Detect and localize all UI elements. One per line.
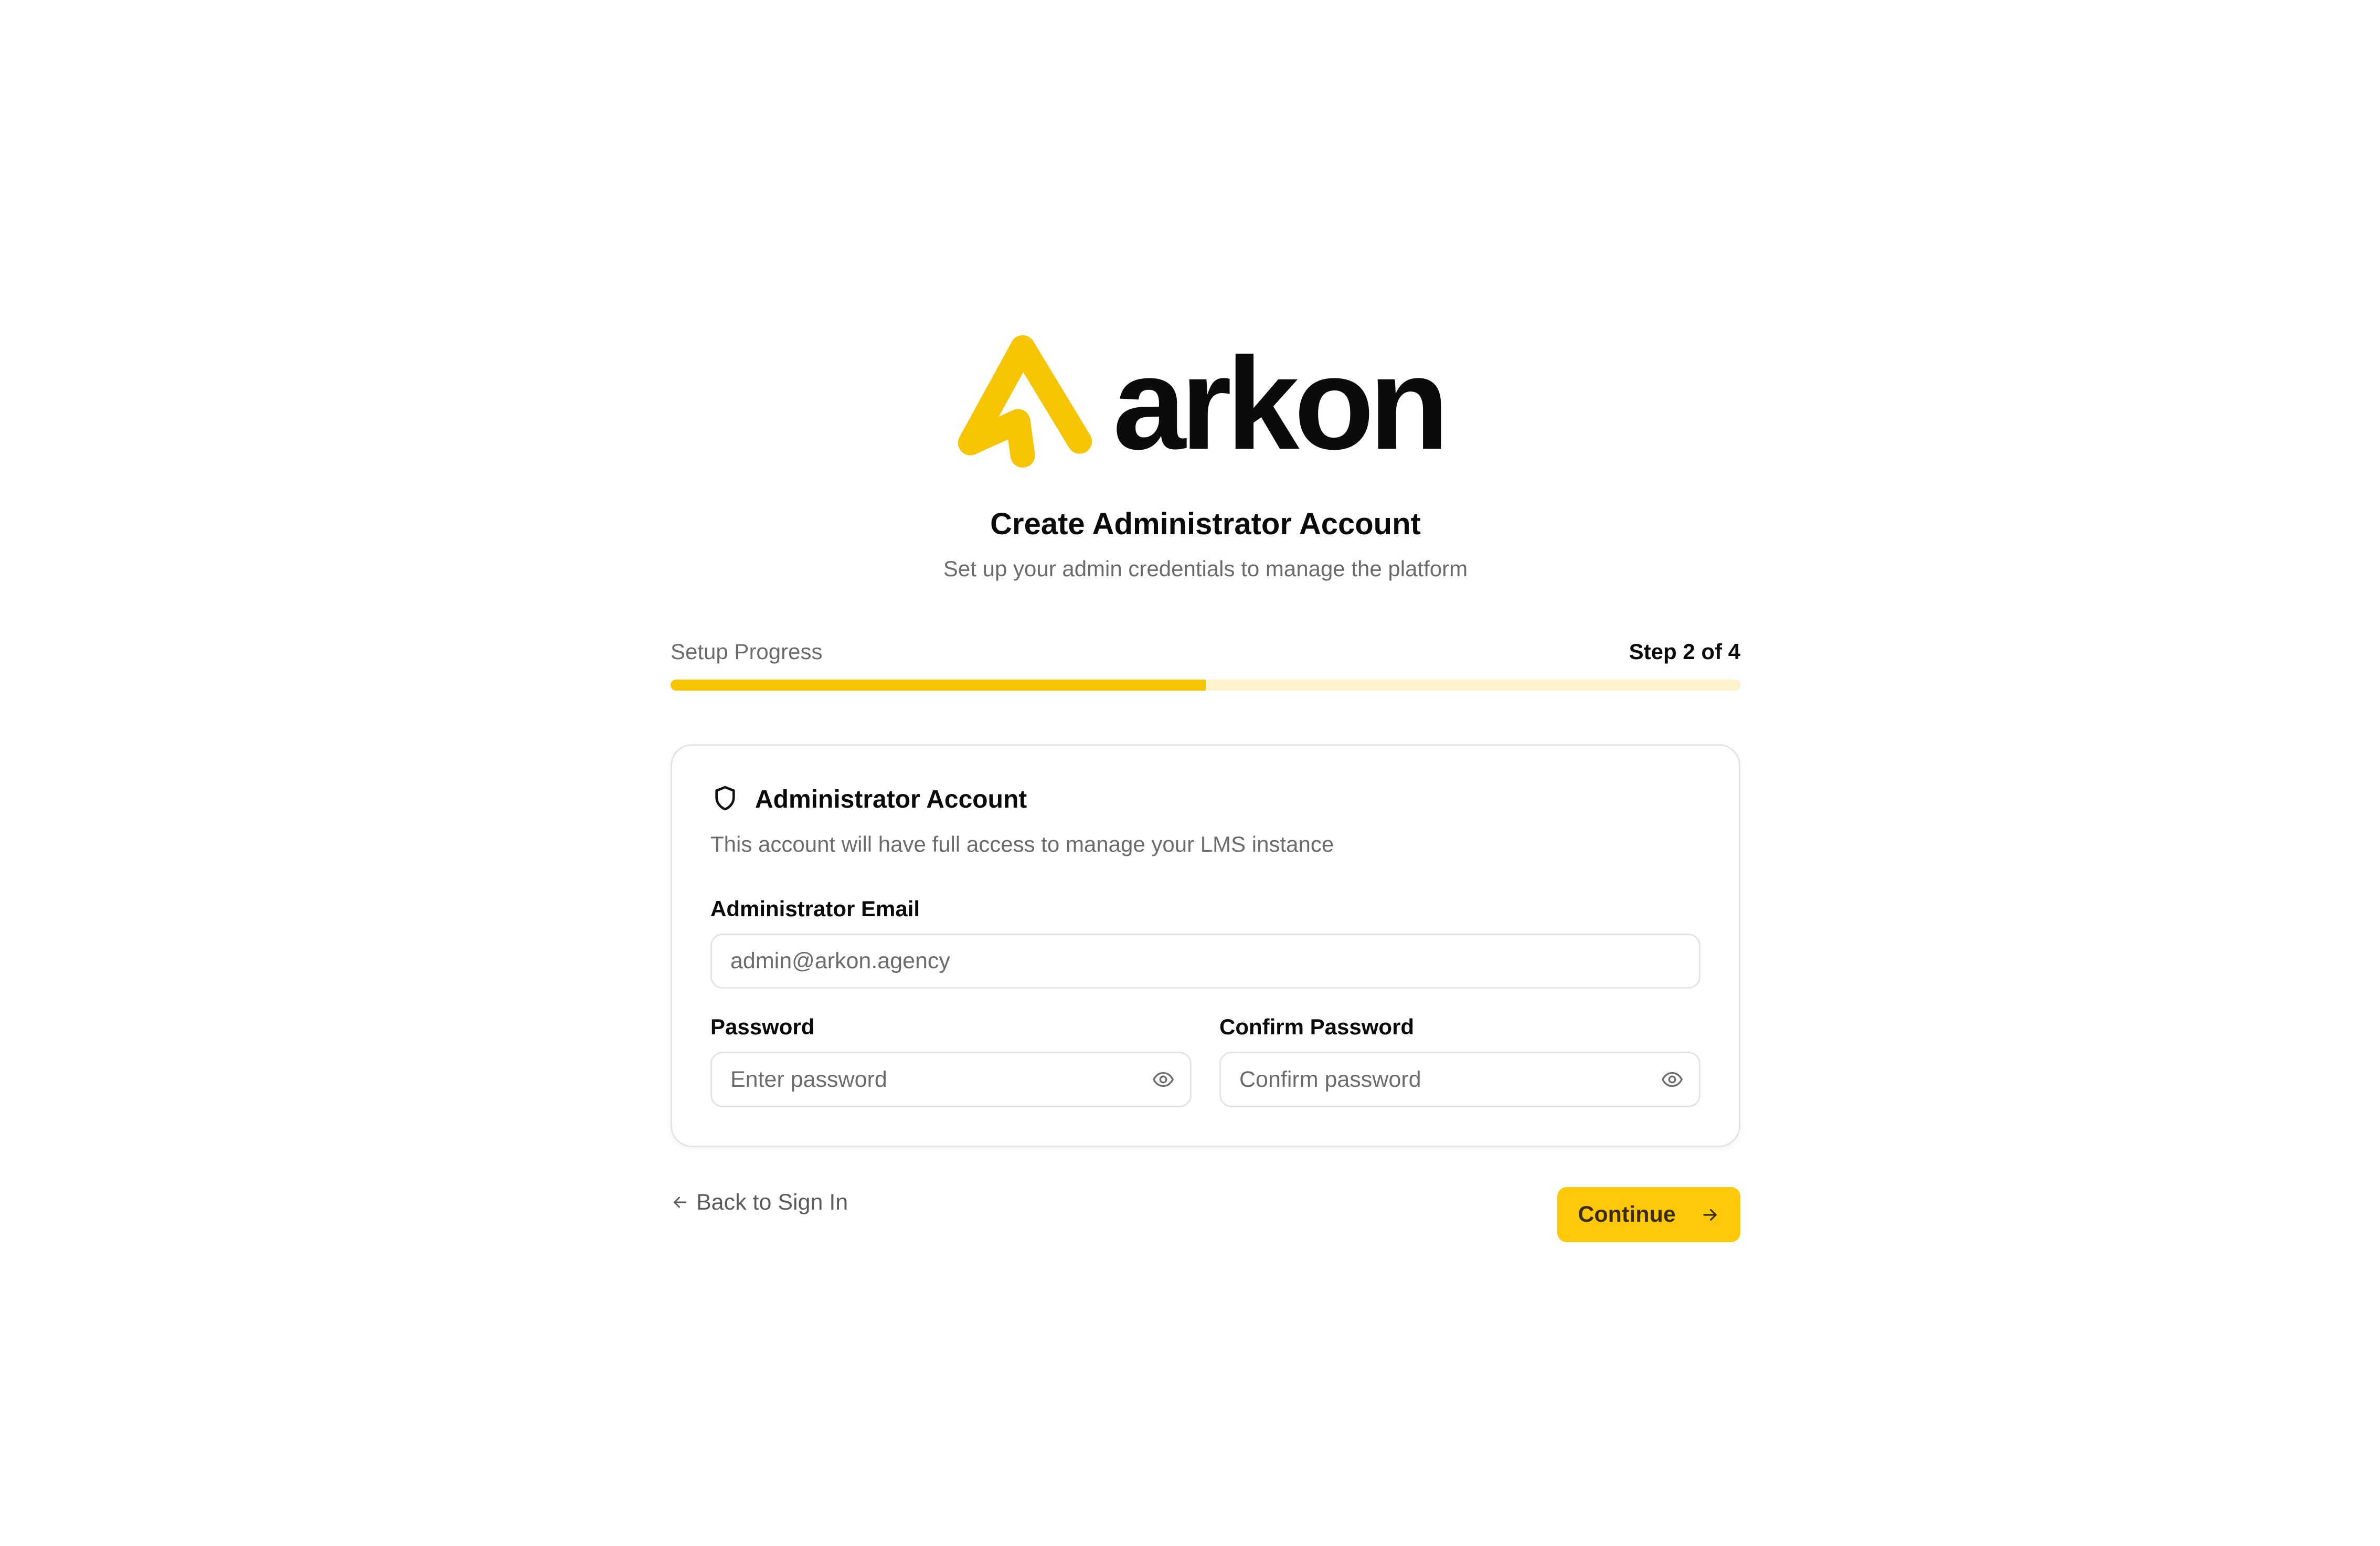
email-field-wrapper — [710, 934, 1701, 989]
page-title: Create Administrator Account — [990, 507, 1421, 541]
back-to-sign-in-link[interactable]: Back to Sign In — [671, 1188, 848, 1217]
password-label: Password — [710, 1014, 815, 1039]
admin-account-card: Administrator Account This account will … — [671, 744, 1740, 1147]
progress-header: Setup Progress Step 2 of 4 — [671, 637, 1740, 666]
back-link-label: Back to Sign In — [696, 1190, 848, 1215]
email-label: Administrator Email — [710, 896, 920, 921]
arrow-left-icon — [674, 1196, 686, 1208]
card-description: This account will have full access to ma… — [710, 832, 1334, 856]
card-title: Administrator Account — [755, 786, 1027, 813]
password-field-wrapper — [710, 1052, 1192, 1107]
progress-bar — [671, 680, 1740, 691]
progress-fill — [671, 680, 1206, 691]
arkon-arrow-logo-icon — [958, 335, 1092, 468]
email-field[interactable] — [712, 935, 1699, 987]
logo-inner-stroke — [958, 409, 1035, 468]
continue-button[interactable]: Continue — [1557, 1187, 1740, 1242]
arrow-right-icon — [1703, 1209, 1717, 1221]
continue-button-label: Continue — [1578, 1202, 1676, 1227]
progress-step-indicator: Step 2 of 4 — [1629, 639, 1740, 664]
shield-icon — [715, 786, 735, 811]
confirm-password-label: Confirm Password — [1219, 1014, 1415, 1039]
password-field[interactable] — [712, 1053, 1190, 1106]
page-subtitle: Set up your admin credentials to manage … — [943, 556, 1468, 581]
confirm-password-field-wrapper — [1219, 1052, 1701, 1107]
progress-label: Setup Progress — [671, 639, 823, 664]
eye-icon[interactable] — [1660, 1067, 1684, 1092]
brand-wordmark: arkon — [1113, 330, 1449, 476]
confirm-password-field[interactable] — [1221, 1053, 1699, 1106]
eye-icon[interactable] — [1151, 1067, 1175, 1092]
